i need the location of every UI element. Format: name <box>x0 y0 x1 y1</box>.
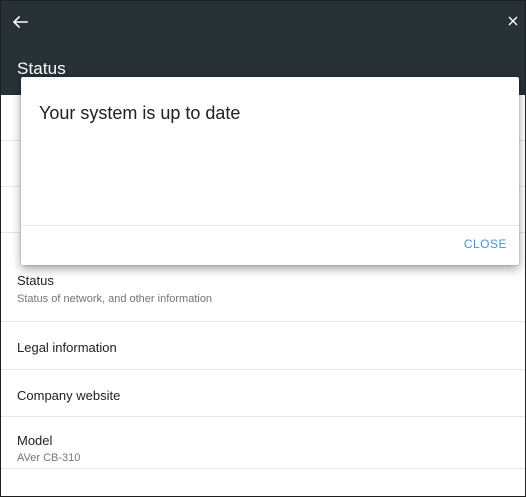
close-button[interactable]: CLOSE <box>464 237 507 251</box>
settings-window: Status Status Status of network, and oth… <box>0 0 526 497</box>
update-dialog: Your system is up to date CLOSE <box>21 77 519 265</box>
dialog-message: Your system is up to date <box>39 103 241 123</box>
dialog-divider <box>21 225 519 226</box>
